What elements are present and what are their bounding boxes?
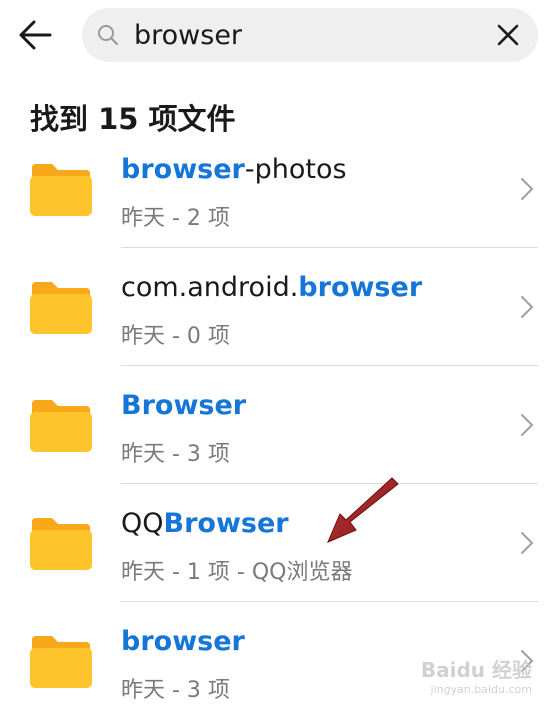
name-match: browser: [121, 626, 245, 657]
chevron-right-icon: [521, 178, 534, 200]
search-header: [0, 0, 546, 70]
chevron-right-icon: [521, 296, 534, 318]
folder-meta: 昨天 - 3 项: [121, 442, 230, 467]
folder-meta: 昨天 - 1 项 - QQ浏览器: [121, 560, 353, 585]
name-match: browser: [298, 272, 423, 303]
name-match: Browser: [163, 508, 289, 539]
name-match: Browser: [121, 390, 247, 421]
watermark-logo: Baidu 经验: [420, 658, 532, 682]
name-match: browser: [121, 154, 245, 185]
folder-icon: [30, 282, 92, 334]
folder-icon: [30, 518, 92, 570]
chevron-right-icon: [521, 414, 534, 436]
folder-icon: [30, 636, 92, 688]
chevron-right-icon: [521, 532, 534, 554]
search-icon: [98, 25, 119, 46]
folder-name: Browser: [121, 390, 246, 421]
folder-meta: 昨天 - 0 项: [121, 324, 230, 349]
annotation-arrow-icon: [327, 477, 399, 543]
folder-meta: 昨天 - 2 项: [121, 206, 230, 231]
watermark-url: jingyan.baidu.com: [430, 683, 532, 696]
folder-name: com.android.browser: [121, 272, 422, 303]
close-icon: [497, 24, 519, 46]
arrow-left-icon: [19, 20, 52, 50]
folder-name: browser: [121, 626, 245, 657]
watermark: Baidu 经验 jingyan.baidu.com: [421, 654, 532, 696]
folder-icon: [30, 164, 92, 216]
name-rest: com.android.: [121, 272, 299, 303]
name-rest: QQ: [121, 508, 164, 539]
folder-name: QQBrowser: [121, 508, 289, 539]
list-item[interactable]: com.android.browser 昨天 - 0 项: [0, 248, 546, 366]
search-input[interactable]: [134, 14, 474, 56]
clear-search-button[interactable]: [492, 19, 524, 51]
folder-name: browser-photos: [121, 154, 347, 185]
search-bar: [82, 8, 538, 62]
folder-icon: [30, 400, 92, 452]
folder-meta: 昨天 - 3 项: [121, 678, 230, 703]
back-button[interactable]: [10, 12, 60, 58]
name-rest: -photos: [244, 154, 347, 185]
list-item[interactable]: Browser 昨天 - 3 项: [0, 366, 546, 484]
list-item[interactable]: QQBrowser 昨天 - 1 项 - QQ浏览器: [0, 484, 546, 602]
list-item[interactable]: browser-photos 昨天 - 2 项: [0, 130, 546, 248]
